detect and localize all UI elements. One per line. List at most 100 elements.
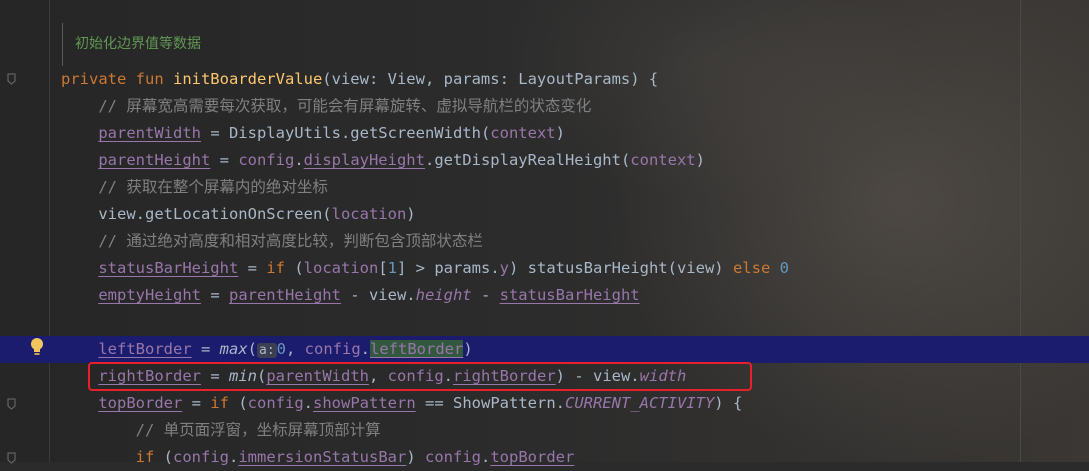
- code-text: // 通过绝对高度和相对高度比较，判断包含顶部状态栏: [61, 228, 483, 255]
- code-token: context: [630, 151, 696, 169]
- code-line[interactable]: leftBorder = max(a: 0, config.leftBorder): [0, 336, 1089, 363]
- code-text: leftBorder = max(a: 0, config.leftBorder): [61, 336, 473, 364]
- parameter-hint: a:: [257, 343, 277, 358]
- code-token: if: [210, 394, 239, 412]
- code-line[interactable]: // 屏幕宽高需要每次获取，可能会有屏幕旋转、虚拟导航栏的状态变化: [0, 93, 1089, 120]
- code-token: =: [191, 340, 220, 358]
- code-line[interactable]: view.getLocationOnScreen(location): [0, 201, 1089, 228]
- code-text: if (config.immersionStatusBar) config.to…: [61, 444, 575, 471]
- code-token: ] > params.: [397, 259, 500, 277]
- code-line[interactable]: topBorder = if (config.showPattern == Sh…: [0, 390, 1089, 417]
- code-token: =: [238, 259, 267, 277]
- code-text: topBorder = if (config.showPattern == Sh…: [61, 390, 742, 417]
- code-token: if: [135, 448, 164, 466]
- code-token: .: [303, 394, 314, 412]
- code-token: private fun: [61, 70, 173, 88]
- code-token: // 获取在整个屏幕内的绝对坐标: [98, 178, 328, 196]
- code-token: ): [463, 340, 473, 358]
- code-line[interactable]: // 单页面浮窗，坐标屏幕顶部计算: [0, 417, 1089, 444]
- code-line[interactable]: // 获取在整个屏幕内的绝对坐标: [0, 174, 1089, 201]
- lightbulb-icon[interactable]: [30, 337, 44, 357]
- code-token: showPattern: [313, 394, 416, 412]
- code-token: displayHeight: [303, 151, 425, 169]
- code-token: height: [415, 286, 472, 304]
- fold-marker-icon[interactable]: [7, 73, 16, 85]
- code-token: config: [304, 340, 361, 358]
- code-token: -: [471, 286, 500, 304]
- code-token: if: [266, 259, 295, 277]
- code-text: statusBarHeight = if (location[1] > para…: [61, 255, 789, 282]
- code-text: parentHeight = config.displayHeight.getD…: [61, 147, 705, 174]
- code-token: immersionStatusBar: [238, 448, 407, 466]
- code-token: parentHeight: [98, 151, 211, 169]
- code-token: leftBorder: [98, 340, 192, 358]
- code-line[interactable]: private fun initBoarderValue(view: View,…: [0, 66, 1089, 93]
- code-token: context: [490, 124, 556, 142]
- code-token: view.getLocationOnScreen(: [61, 205, 332, 223]
- code-token: (: [238, 394, 248, 412]
- code-token: parentHeight: [228, 286, 341, 304]
- doc-comment-line: 初始化边界值等数据: [0, 31, 1089, 58]
- fold-marker-icon[interactable]: [7, 452, 16, 464]
- code-text: // 单页面浮窗，坐标屏幕顶部计算: [61, 417, 381, 444]
- code-token: config: [247, 394, 304, 412]
- code-token: 0: [779, 259, 789, 277]
- code-token: max: [219, 340, 248, 358]
- code-token: parentWidth: [98, 124, 201, 142]
- code-token: = DisplayUtils.getScreenWidth(: [200, 124, 491, 142]
- code-token: (: [294, 259, 304, 277]
- code-token: leftBorder: [370, 340, 464, 358]
- code-token: else: [732, 259, 780, 277]
- code-line[interactable]: statusBarHeight = if (location[1] > para…: [0, 255, 1089, 282]
- code-token: =: [200, 286, 229, 304]
- code-token: config: [173, 448, 229, 466]
- code-line[interactable]: parentHeight = config.displayHeight.getD…: [0, 147, 1089, 174]
- code-token: config: [238, 151, 295, 169]
- code-token: ) {: [714, 394, 743, 412]
- code-token: .: [360, 340, 371, 358]
- code-token: // 屏幕宽高需要每次获取，可能会有屏幕旋转、虚拟导航栏的状态变化: [98, 97, 592, 115]
- code-text: // 屏幕宽高需要每次获取，可能会有屏幕旋转、虚拟导航栏的状态变化: [61, 93, 591, 120]
- code-text: view.getLocationOnScreen(location): [61, 201, 416, 228]
- code-line[interactable]: [0, 309, 1089, 336]
- code-token: =: [210, 151, 239, 169]
- code-text: emptyHeight = parentHeight - view.height…: [61, 282, 640, 309]
- code-line[interactable]: parentWidth = DisplayUtils.getScreenWidt…: [0, 120, 1089, 147]
- code-line[interactable]: if (config.immersionStatusBar) config.to…: [0, 444, 1089, 471]
- code-token: 0: [276, 340, 286, 358]
- code-token: location: [331, 205, 407, 223]
- code-token: ): [555, 124, 565, 142]
- code-token: initBoarderValue: [172, 70, 323, 88]
- code-token: (view: View, params: LayoutParams) {: [322, 70, 659, 88]
- code-line[interactable]: emptyHeight = parentHeight - view.height…: [0, 282, 1089, 309]
- code-token: // 单页面浮窗，坐标屏幕顶部计算: [135, 421, 381, 439]
- code-text: // 获取在整个屏幕内的绝对坐标: [61, 174, 328, 201]
- code-token: statusBarHeight: [499, 286, 640, 304]
- code-token: [: [378, 259, 388, 277]
- code-text: private fun initBoarderValue(view: View,…: [61, 66, 658, 93]
- code-token: config: [425, 448, 481, 466]
- code-token: ): [406, 205, 416, 223]
- code-token: topBorder: [98, 394, 183, 412]
- code-token: =: [182, 394, 211, 412]
- code-token: location: [303, 259, 379, 277]
- code-token: .getDisplayRealHeight(: [424, 151, 631, 169]
- code-token: .: [294, 151, 304, 169]
- code-token: (: [247, 340, 257, 358]
- annotation-highlight-box: [88, 362, 752, 391]
- fold-marker-icon[interactable]: [7, 398, 16, 410]
- code-token: - view.: [340, 286, 416, 304]
- code-line[interactable]: // 通过绝对高度和相对高度比较，判断包含顶部状态栏: [0, 228, 1089, 255]
- code-token: .: [481, 448, 491, 466]
- code-token: ): [695, 151, 705, 169]
